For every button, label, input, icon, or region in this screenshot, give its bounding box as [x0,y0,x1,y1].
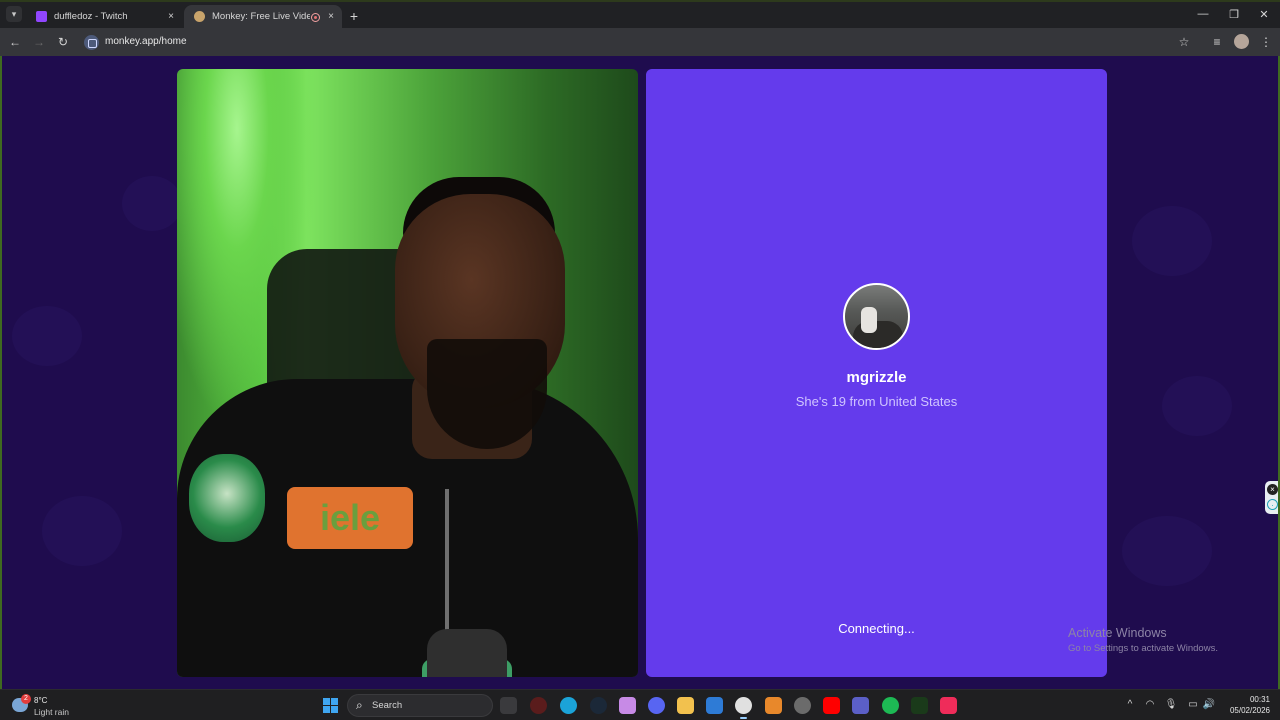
weather-widget[interactable]: 2 8°C Light rain [12,693,82,719]
monkey-favicon-icon [194,11,205,22]
background-pattern [1162,376,1232,436]
weather-alert-badge: 2 [21,694,31,704]
close-tab-icon[interactable]: × [168,5,174,29]
monkey-page: ɘlɘi mgrizzle She's 19 from United State… [0,56,1280,689]
jacket-badge [189,454,265,542]
search-placeholder: Search [372,700,403,711]
media-app-icon[interactable] [530,697,547,714]
reload-button[interactable]: ↻ [55,34,71,50]
show-hidden-icons[interactable]: ^ [1123,699,1137,710]
steam-icon[interactable] [590,697,607,714]
display-icon[interactable]: ▭ [1186,699,1200,710]
tab-monkey[interactable]: Monkey: Free Live Video Ch × [184,5,342,29]
minimize-button[interactable]: — [1196,8,1210,20]
bookmark-star-icon[interactable]: ☆ [1176,34,1192,50]
time: 00:31 [1249,695,1270,704]
forward-button[interactable]: → [31,34,47,50]
profile-avatar[interactable] [1234,34,1249,49]
self-video-feed: ɘlɘi [177,69,638,677]
app-a-icon[interactable] [765,697,782,714]
search-icon: ⌕ [356,698,363,712]
peer-avatar [843,283,910,350]
network-icon[interactable]: ◠ [1143,699,1157,710]
browser-tab-strip: ▾ duffledoz - Twitch × Monkey: Free Live… [0,0,1280,29]
tab-title: Monkey: Free Live Video Ch [212,11,310,22]
windows-logo-icon [323,698,330,705]
file-explorer-icon[interactable] [677,697,694,714]
watermark-title: Activate Windows [1068,626,1167,640]
microphone-icon[interactable]: 🎙 [1164,699,1178,710]
windows-logo-icon [331,698,338,705]
copilot-icon[interactable] [619,697,636,714]
widget-toggle-icon[interactable]: · [1267,499,1278,510]
side-widget[interactable]: × · [1265,481,1278,514]
watermark-subtitle: Go to Settings to activate Windows. [1068,643,1218,654]
date: 05/02/2026 [1229,706,1270,715]
discord-icon[interactable] [648,697,665,714]
windows-logo-icon [331,706,338,713]
site-info-icon[interactable] [84,35,99,50]
background-pattern [1122,516,1212,586]
clock[interactable]: 00:31 05/02/2026 [1222,694,1270,716]
peer-details: She's 19 from United States [795,394,958,409]
close-tab-icon[interactable]: × [328,5,334,29]
browser-menu-icon[interactable]: ⋮ [1258,34,1274,50]
windows-logo-icon [323,706,330,713]
microphone [427,629,507,677]
close-widget-icon[interactable]: × [1267,484,1278,495]
twitch-favicon-icon [36,11,47,22]
streaming-app-icon[interactable] [911,697,928,714]
task-view-icon[interactable] [500,697,517,714]
outlook-icon[interactable] [706,697,723,714]
tab-search-menu-button[interactable]: ▾ [6,6,22,22]
tab-title: duffledoz - Twitch [54,11,128,22]
spotify-icon[interactable] [882,697,899,714]
peer-username: mgrizzle [846,369,907,386]
background-pattern [12,306,82,366]
youtube-icon[interactable] [823,697,840,714]
background-pattern [42,496,122,566]
jacket-patch: ɘlɘi [287,487,413,549]
edge-icon[interactable] [560,697,577,714]
browser-toolbar: ← → ↻ monkey.app/home ☆ ≡ ⋮ [0,28,1280,56]
window-close-button[interactable]: ✕ [1257,8,1271,21]
teams-icon[interactable] [852,697,869,714]
peer-video-panel: mgrizzle She's 19 from United States Con… [646,69,1107,677]
start-button[interactable] [323,698,338,713]
new-tab-button[interactable]: + [347,7,361,25]
tiktok-icon[interactable] [940,697,957,714]
windows-taskbar: 2 8°C Light rain ⌕ Search ^ ◠ 🎙 ▭ 🔊 00:3… [0,689,1280,720]
game-controller-icon[interactable] [794,697,811,714]
taskbar-search[interactable]: ⌕ Search [347,694,493,717]
volume-icon[interactable]: 🔊 [1202,699,1216,710]
back-button[interactable]: ← [7,34,23,50]
weather-condition: Light rain [34,707,69,717]
background-pattern [1132,206,1212,276]
background-pattern [122,176,182,231]
chrome-icon[interactable] [735,697,752,719]
activate-windows-watermark: Activate Windows Go to Settings to activ… [1068,626,1218,654]
address-bar[interactable]: monkey.app/home [105,35,187,49]
connection-status: Connecting... [838,621,915,636]
avatar-figure [861,307,877,333]
recording-indicator-icon [311,13,320,22]
reading-list-icon[interactable]: ≡ [1209,34,1225,50]
tab-twitch[interactable]: duffledoz - Twitch × [26,5,182,29]
restore-button[interactable]: ❐ [1227,8,1241,21]
temperature: 8°C [34,696,48,705]
